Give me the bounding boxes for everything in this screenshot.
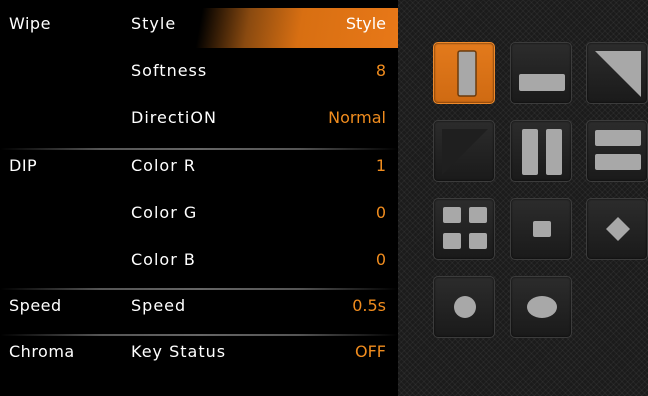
wipe-style-circle[interactable] [433,276,495,338]
diagonal-top-right-icon [595,51,641,97]
ellipse-icon [527,296,557,318]
setting-value: 0.5s [352,296,386,315]
setting-value: 1 [375,156,386,175]
menu-row-speed[interactable]: Speed Speed 0.5s [0,290,398,330]
setting-label: Key Status [131,342,227,361]
setting-label: Speed [131,296,187,315]
wipe-style-panel [398,0,648,396]
menu-row-direction[interactable]: DirectiON Normal [0,102,398,142]
vertical-bar-icon [457,50,477,97]
wipe-style-split-horizontal[interactable] [586,120,648,182]
menu-row-softness[interactable]: Softness 8 [0,55,398,95]
setting-value: 8 [375,61,386,80]
menu-row-key-status[interactable]: Chroma Key Status OFF [0,336,398,376]
setting-value: Normal [328,108,386,127]
setting-value: OFF [355,342,386,361]
four-squares-icon [443,207,487,249]
setting-label: Color R [131,156,196,175]
setting-label: Color G [131,203,198,222]
split-horizontal-icon [595,130,641,170]
setting-label: Color B [131,250,196,269]
wipe-style-vertical-bar[interactable] [433,42,495,104]
setting-value: Style [345,14,386,33]
setting-value: 0 [375,203,386,222]
circle-icon [454,296,476,318]
category-label-wipe: Wipe [9,14,51,33]
setting-label: DirectiON [131,108,217,127]
category-label-speed: Speed [9,296,62,315]
setting-value: 0 [375,250,386,269]
menu-row-color-b[interactable]: Color B 0 [0,244,398,284]
wipe-style-horizontal-bar[interactable] [510,42,572,104]
category-label-chroma: Chroma [9,342,75,361]
wipe-style-center-square[interactable] [510,198,572,260]
wipe-style-diagonal-top-right[interactable] [586,42,648,104]
menu-row-color-r[interactable]: DIP Color R 1 [0,150,398,190]
setting-label: Softness [131,61,208,80]
wipe-style-split-vertical[interactable] [510,120,572,182]
setting-label: Style [131,14,177,33]
menu-row-style[interactable]: Wipe Style Style [0,8,398,48]
wipe-style-ellipse[interactable] [510,276,572,338]
diagonal-bottom-left-icon [442,129,488,175]
split-vertical-icon [522,129,562,175]
category-label-dip: DIP [9,156,38,175]
wipe-style-diagonal-bottom-left[interactable] [433,120,495,182]
menu-row-color-g[interactable]: Color G 0 [0,197,398,237]
wipe-style-diamond[interactable] [586,198,648,260]
diamond-icon [606,217,630,241]
wipe-style-four-squares[interactable] [433,198,495,260]
wipe-settings-menu: Wipe Style Style Softness 8 DirectiON No… [0,0,398,396]
center-square-icon [533,221,551,237]
horizontal-bar-icon [519,74,565,91]
